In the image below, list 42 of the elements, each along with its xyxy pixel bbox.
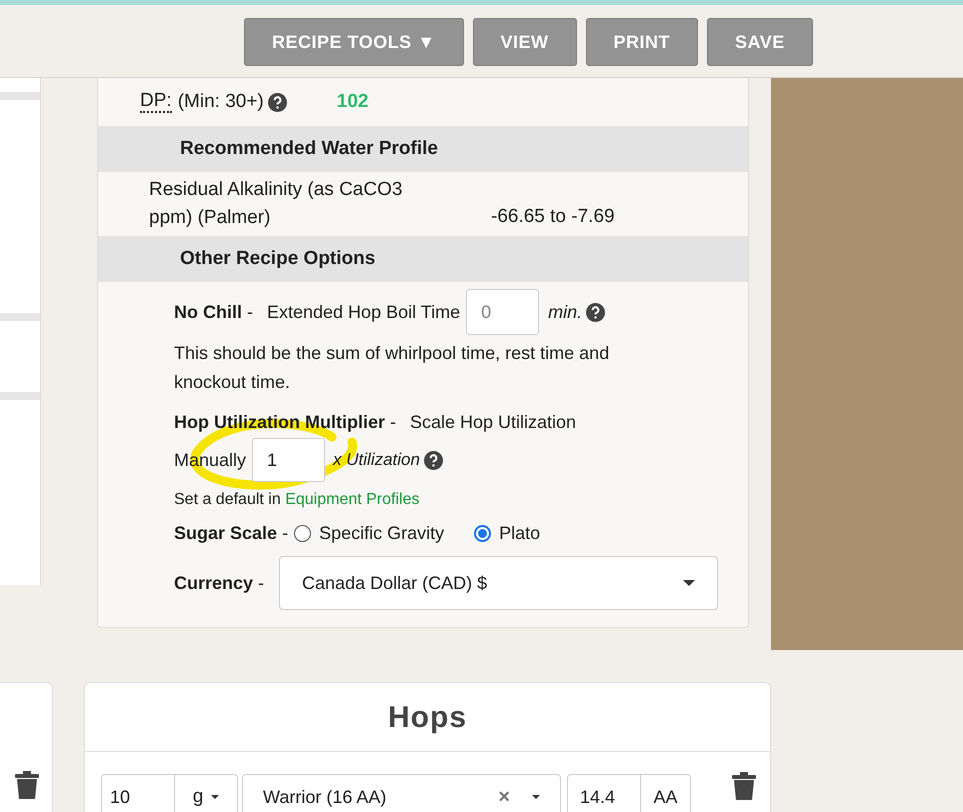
stat-value: 102 [336,90,368,114]
alpha-unit-label: AA [641,774,691,812]
radio-button[interactable] [474,525,492,542]
option-text: Extended Hop Boil Time [267,300,460,324]
separator: - [258,572,264,594]
trash-icon[interactable] [15,771,39,799]
alpha-field[interactable]: 14.4 [567,774,641,812]
card-title: Hops [85,683,770,752]
multiplier-field[interactable]: 1 [252,438,326,482]
radio-label: Plato [499,522,540,545]
option-note: This should be the sum of whirlpool time, rest time and knockout time. [174,342,610,394]
section-heading: Other Recipe Options [98,236,748,282]
radio-button[interactable] [294,525,312,542]
stat-label: DP: [140,91,172,113]
profile-label: Residual Alkalinity (as CaCO3 ppm) (Palmer) [149,178,404,230]
stat-hint: (Min: 30+) [178,90,264,114]
option-note: Set a default in [174,491,282,508]
variety-text: Warrior (16 AA) [263,786,388,809]
amount-field[interactable]: 10 [101,774,175,812]
unit-dropdown[interactable]: g [175,774,238,812]
help-icon[interactable] [424,450,443,470]
clear-icon[interactable]: × [498,782,510,812]
currency-dropdown[interactable]: Canada Dollar (CAD) $ [279,556,718,610]
boil-time-field[interactable]: 0 [466,289,540,335]
option-label: No Chill [174,300,242,324]
profile-value: -66.65 to -7.69 [491,204,615,229]
unit-label: min. [548,300,582,324]
option-label: Sugar Scale [174,522,278,545]
caret-icon [532,795,540,799]
trash-icon[interactable] [732,772,756,800]
separator: - [282,522,288,545]
separator: - [390,411,396,434]
option-text: Scale Hop Utilization [410,411,576,434]
radio-label: Specific Gravity [319,522,444,545]
separator: - [247,300,253,324]
hop-variety-dropdown[interactable]: Warrior (16 AA) × [242,774,561,812]
help-icon[interactable] [268,92,287,112]
help-icon[interactable] [586,302,606,322]
caret-icon [683,580,696,586]
caret-icon [211,795,220,799]
option-label: Currency [174,572,254,595]
section-heading: Recommended Water Profile [98,126,748,172]
